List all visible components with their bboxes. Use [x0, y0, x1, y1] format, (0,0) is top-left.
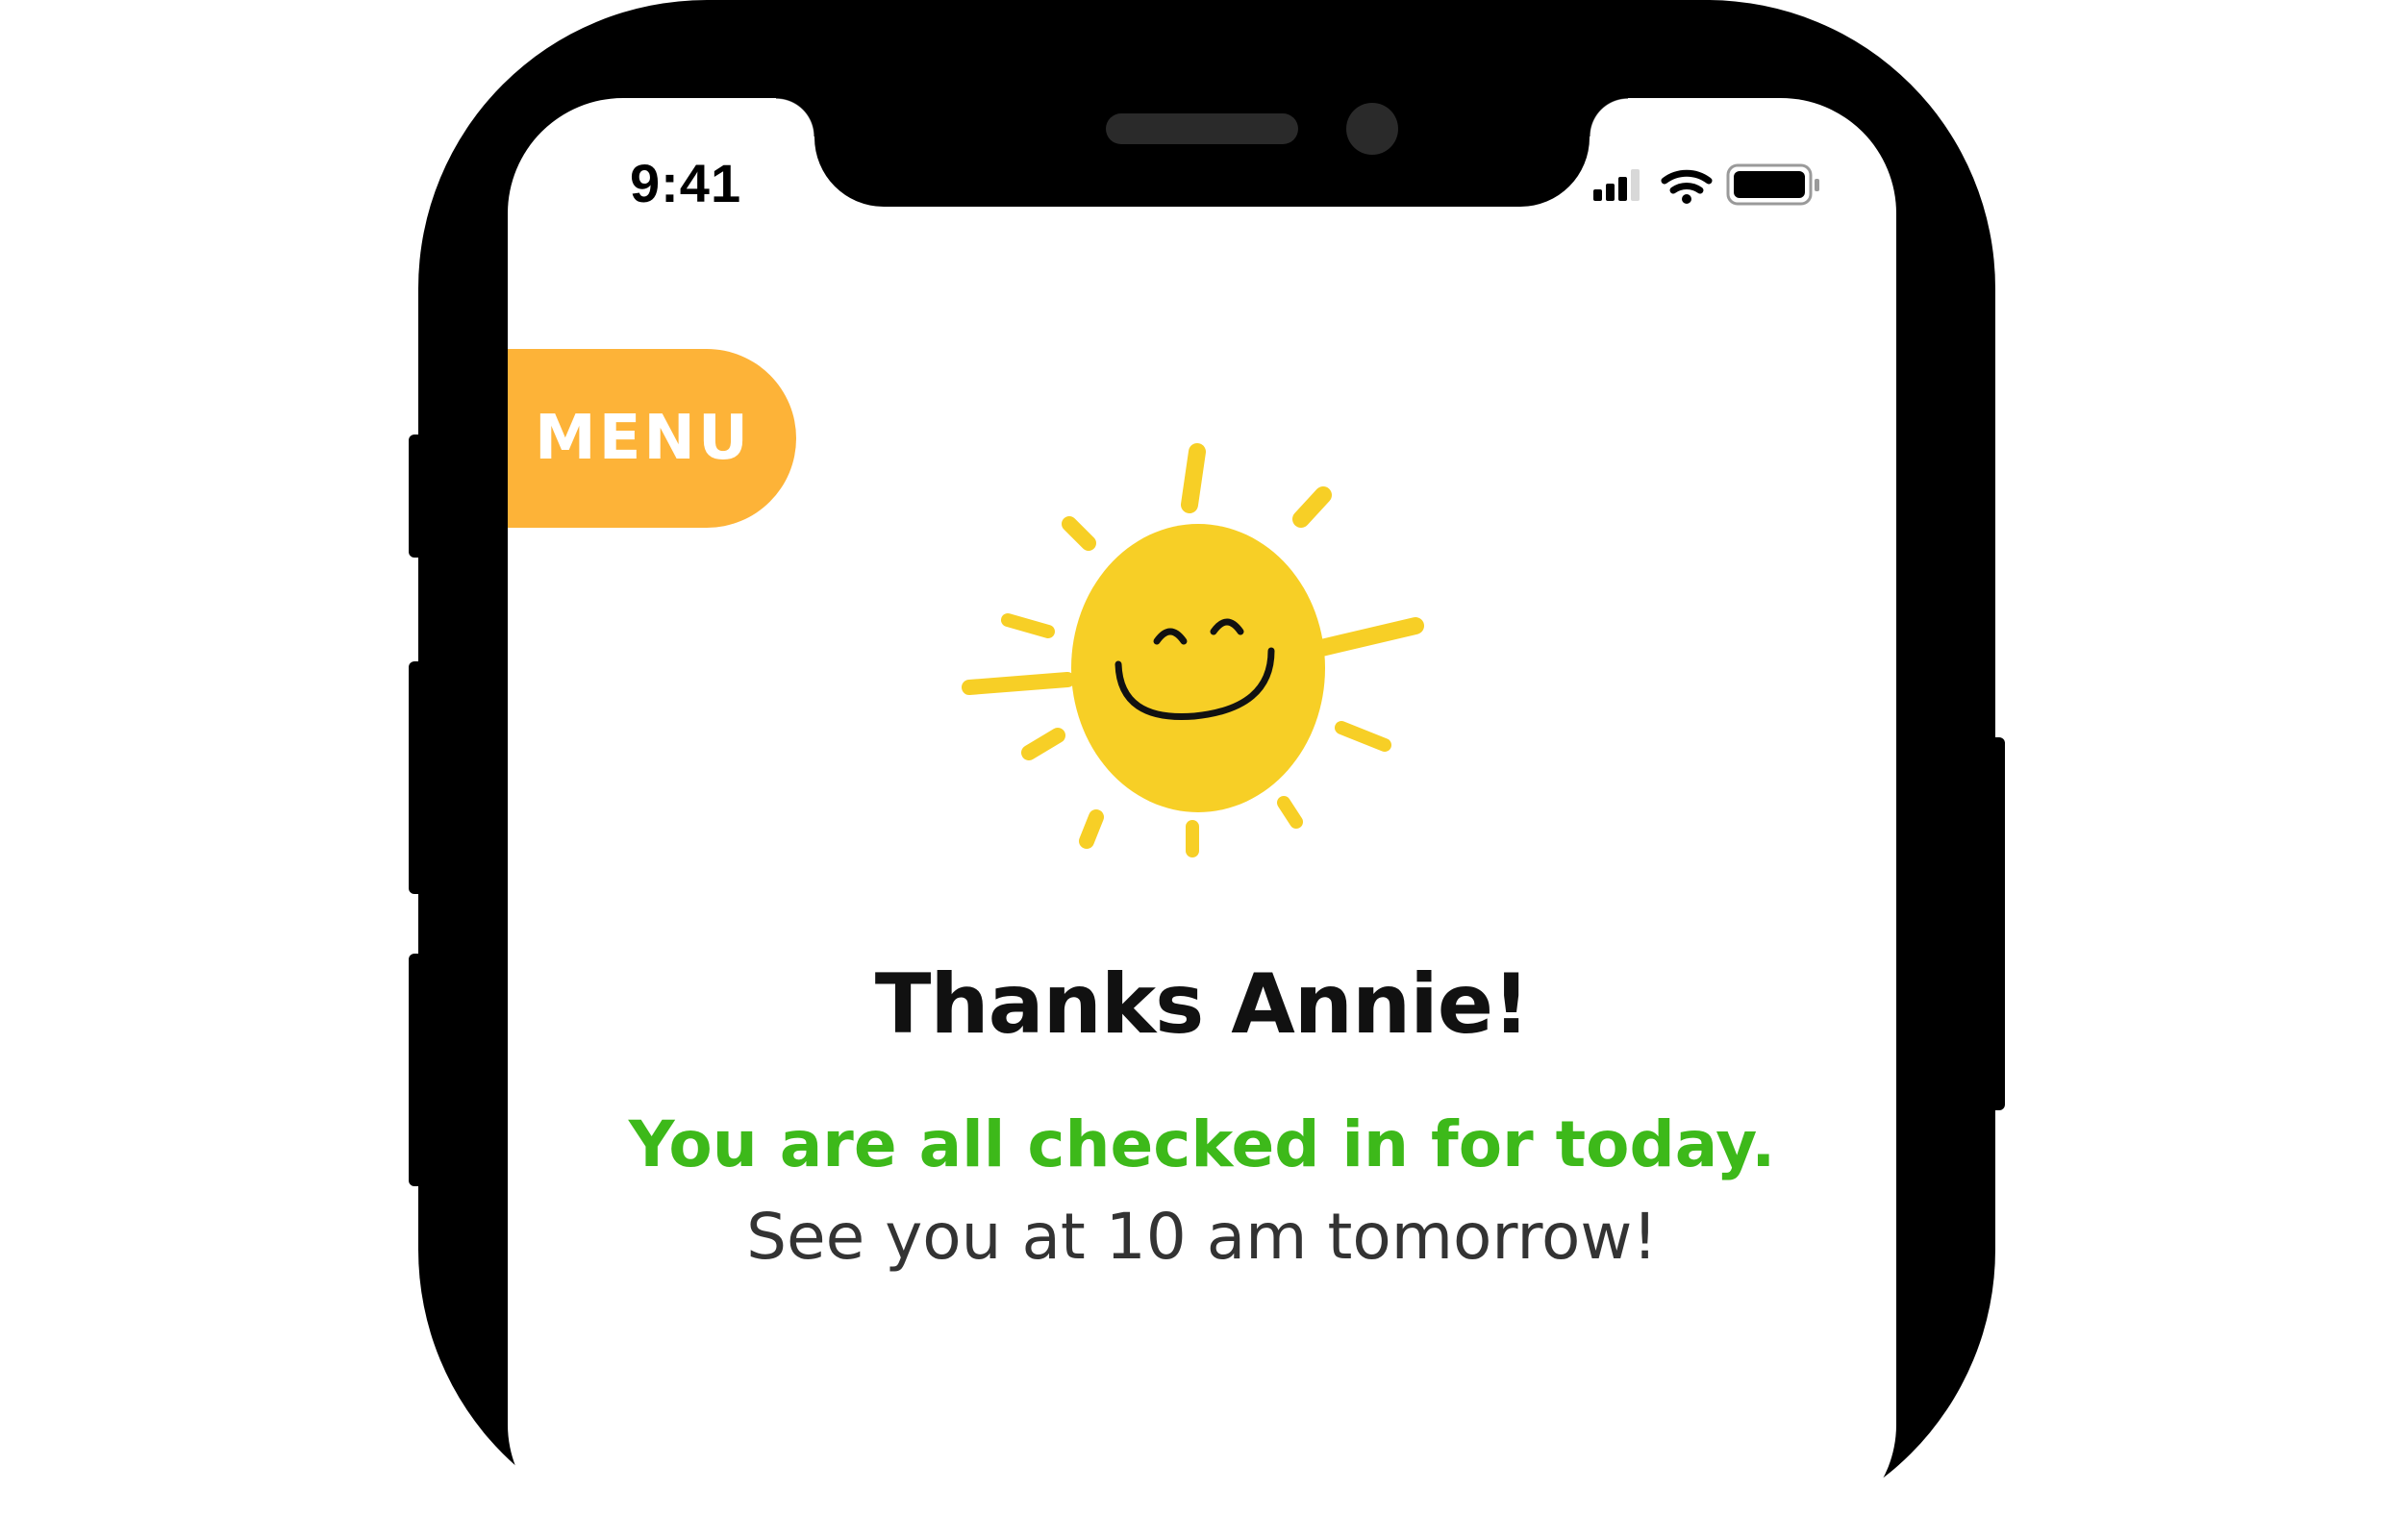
speaker-grille — [1106, 113, 1298, 144]
signal-icon — [1593, 169, 1640, 201]
volume-up-button — [409, 661, 428, 894]
page-title: Thanks Annie! — [874, 956, 1531, 1053]
menu-button[interactable]: MENU — [508, 349, 796, 528]
next-visit-text: See you at 10 am tomorrow! — [746, 1200, 1658, 1274]
front-camera — [1346, 103, 1398, 155]
smiling-sun-icon — [962, 443, 1424, 857]
status-icons — [1593, 163, 1819, 206]
mute-switch — [409, 435, 428, 558]
menu-label: MENU — [535, 403, 751, 474]
status-time: 9:41 — [630, 153, 742, 213]
battery-icon — [1726, 163, 1819, 206]
notch — [776, 91, 1628, 207]
checkin-confirmation-text: You are all checked in for today. — [628, 1107, 1776, 1181]
wifi-icon — [1661, 169, 1713, 204]
power-button — [1986, 737, 2005, 1110]
